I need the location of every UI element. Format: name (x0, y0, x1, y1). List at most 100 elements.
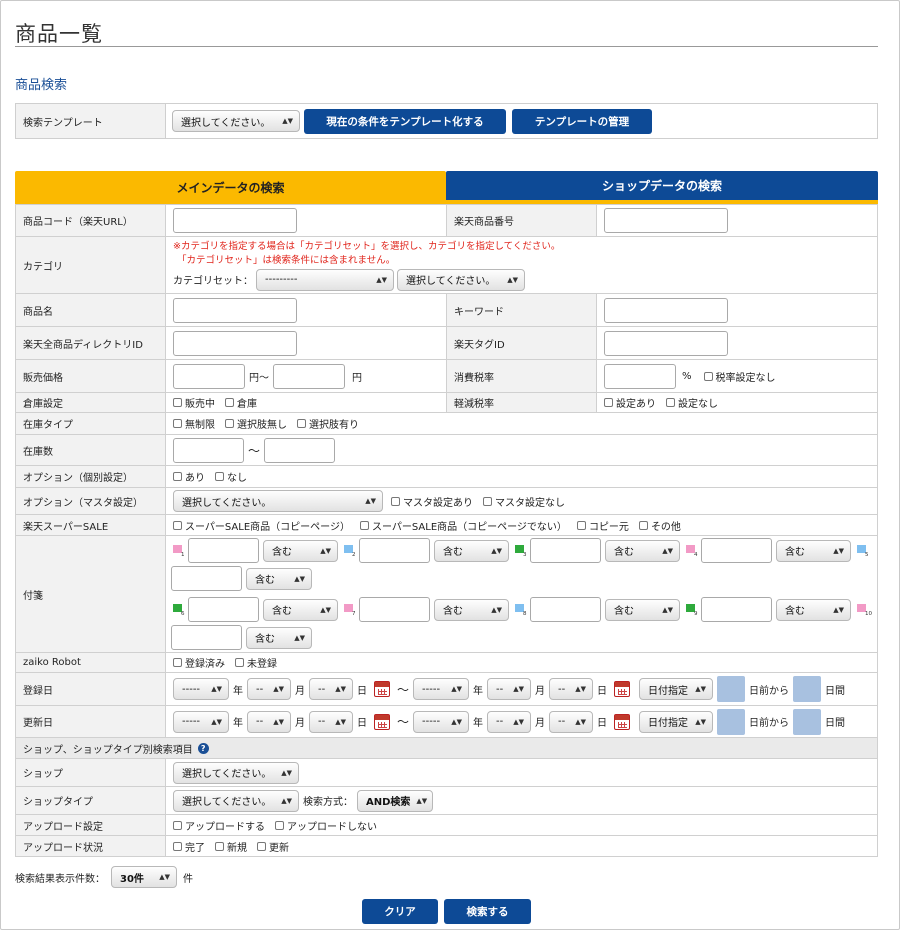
price-min-input[interactable] (173, 363, 245, 389)
price-max-input[interactable] (273, 363, 345, 389)
calendar-icon[interactable] (614, 681, 631, 697)
tag-contain-select[interactable]: 含む ▲▼ (434, 598, 509, 621)
master-yes-checkbox[interactable]: マスタ設定あり (391, 494, 473, 509)
tag-input[interactable] (359, 538, 430, 563)
row-name: 商品名 キーワード (16, 294, 877, 327)
calendar-icon[interactable] (374, 713, 390, 730)
select-arrow-icon: ▲▼ (281, 768, 292, 777)
stock-max-input[interactable] (264, 437, 336, 463)
calendar-icon[interactable] (614, 713, 631, 730)
tag-contain-select[interactable]: 含む ▲▼ (263, 539, 338, 562)
date-select[interactable]: -- ▲▼ (309, 678, 353, 700)
keyword-input[interactable] (604, 297, 728, 323)
date-select[interactable]: -- ▲▼ (487, 710, 532, 733)
status-new-checkbox[interactable]: 新規 (215, 839, 247, 854)
date-select[interactable]: -- ▲▼ (549, 710, 594, 733)
upload-yes-checkbox[interactable]: アップロードする (173, 818, 265, 833)
search-button[interactable]: 検索する (444, 899, 531, 924)
tag-contain-select[interactable]: 含む ▲▼ (605, 539, 680, 562)
opt-no-checkbox[interactable]: なし (215, 469, 247, 484)
label-reduced-tax: 軽減税率 (447, 393, 597, 412)
tax-input[interactable] (604, 363, 676, 389)
reduced-no-checkbox[interactable]: 設定なし (666, 395, 718, 410)
ss-not-copy-checkbox[interactable]: スーパーSALE商品（コピーページでない） (359, 518, 567, 533)
zaiko-registered-checkbox[interactable]: 登録済み (173, 655, 225, 670)
warehouse-checkbox[interactable]: 倉庫 (225, 395, 257, 410)
on-sale-checkbox[interactable]: 販売中 (173, 395, 215, 410)
upload-no-checkbox[interactable]: アップロードしない (275, 818, 377, 833)
template-select[interactable]: 選択してください。 ▲▼ (172, 110, 300, 132)
stock-unlimited-checkbox[interactable]: 無制限 (173, 416, 215, 431)
days-span-input[interactable] (793, 708, 822, 735)
opt-master-select[interactable]: 選択してください。 ▲▼ (173, 490, 383, 512)
manage-template-button[interactable]: テンプレートの管理 (512, 108, 652, 134)
tag-input[interactable] (701, 538, 772, 563)
date-spec-select[interactable]: 日付指定 ▲▼ (639, 678, 714, 700)
stock-no-choice-checkbox[interactable]: 選択肢無し (225, 416, 287, 431)
tag-input[interactable] (188, 597, 259, 622)
tag-contain-select[interactable]: 含む ▲▼ (776, 539, 851, 562)
tag-input[interactable] (359, 597, 430, 622)
master-no-checkbox[interactable]: マスタ設定なし (483, 494, 565, 509)
stock-choice-checkbox[interactable]: 選択肢有り (297, 416, 359, 431)
days-before-input[interactable] (717, 676, 746, 702)
days-span-input[interactable] (793, 676, 822, 702)
date-unit-text: 月 (535, 718, 546, 729)
days-before-input[interactable] (717, 708, 746, 735)
opt-yes-checkbox[interactable]: あり (173, 469, 205, 484)
tag-input[interactable] (188, 538, 259, 563)
rakuten-no-input[interactable] (604, 208, 728, 233)
tag-input[interactable] (530, 538, 601, 563)
zaiko-unregistered-checkbox[interactable]: 未登録 (235, 655, 277, 670)
ss-origin-checkbox[interactable]: コピー元 (576, 518, 629, 533)
label-shop: ショップ (16, 759, 166, 786)
tag-input[interactable] (701, 597, 772, 622)
date-select[interactable]: ----- ▲▼ (173, 710, 229, 733)
name-input[interactable] (173, 297, 297, 323)
date-select[interactable]: -- ▲▼ (247, 678, 291, 700)
code-input[interactable] (173, 208, 297, 233)
tag-id-input[interactable] (604, 330, 728, 356)
date-select[interactable]: -- ▲▼ (487, 678, 532, 700)
calendar-icon[interactable] (374, 681, 390, 697)
search-form: 商品コード（楽天URL） 楽天商品番号 カテゴリ ※カテゴリを指定する場合は「カ… (15, 204, 878, 857)
clear-button[interactable]: クリア (362, 899, 438, 924)
date-select[interactable]: ----- ▲▼ (413, 710, 470, 733)
tag-contain-select[interactable]: 含む ▲▼ (246, 567, 312, 590)
tag-contain-select[interactable]: 含む ▲▼ (776, 598, 851, 621)
search-mode-select[interactable]: AND検索 ▲▼ (357, 789, 433, 812)
stock-min-input[interactable] (173, 437, 244, 463)
tag-input[interactable] (171, 566, 242, 591)
label-zaiko: zaiko Robot (16, 653, 166, 672)
tag-contain-select[interactable]: 含む ▲▼ (605, 598, 680, 621)
status-done-checkbox[interactable]: 完了 (173, 839, 205, 854)
ss-copy-checkbox[interactable]: スーパーSALE商品（コピーページ） (173, 518, 350, 533)
tab-main-data[interactable]: メインデータの検索 (15, 171, 446, 204)
tag-contain-select[interactable]: 含む ▲▼ (263, 598, 338, 621)
shop-type-select[interactable]: 選択してください。 ▲▼ (173, 789, 299, 812)
shop-select[interactable]: 選択してください。 ▲▼ (173, 761, 299, 784)
status-update-checkbox[interactable]: 更新 (257, 839, 289, 854)
tag-input[interactable] (171, 625, 242, 650)
date-unit-text: 年 (233, 685, 243, 697)
date-select[interactable]: ----- ▲▼ (413, 678, 470, 700)
save-template-button[interactable]: 現在の条件をテンプレート化する (304, 108, 506, 134)
date-select[interactable]: -- ▲▼ (247, 710, 291, 733)
date-select[interactable]: -- ▲▼ (549, 678, 594, 700)
tag-contain-select[interactable]: 含む ▲▼ (246, 626, 312, 649)
ss-other-checkbox[interactable]: その他 (638, 518, 681, 533)
tag-input[interactable] (530, 597, 601, 622)
category-select[interactable]: 選択してください。 ▲▼ (397, 268, 525, 291)
help-icon[interactable]: ? (197, 742, 209, 754)
date-spec-select[interactable]: 日付指定 ▲▼ (639, 710, 714, 733)
category-set-select[interactable]: --------- ▲▼ (256, 268, 394, 291)
tab-shop-data[interactable]: ショップデータの検索 (446, 171, 878, 204)
reduced-yes-checkbox[interactable]: 設定あり (604, 395, 656, 410)
label-upload: アップロード設定 (16, 815, 166, 835)
date-select[interactable]: -- ▲▼ (309, 710, 353, 733)
result-count-select[interactable]: 30件 ▲▼ (111, 866, 177, 888)
tag-contain-select[interactable]: 含む ▲▼ (434, 539, 509, 562)
dir-id-input[interactable] (173, 330, 297, 356)
date-select[interactable]: ----- ▲▼ (173, 678, 229, 700)
tax-none-checkbox[interactable]: 税率設定なし (703, 369, 776, 384)
